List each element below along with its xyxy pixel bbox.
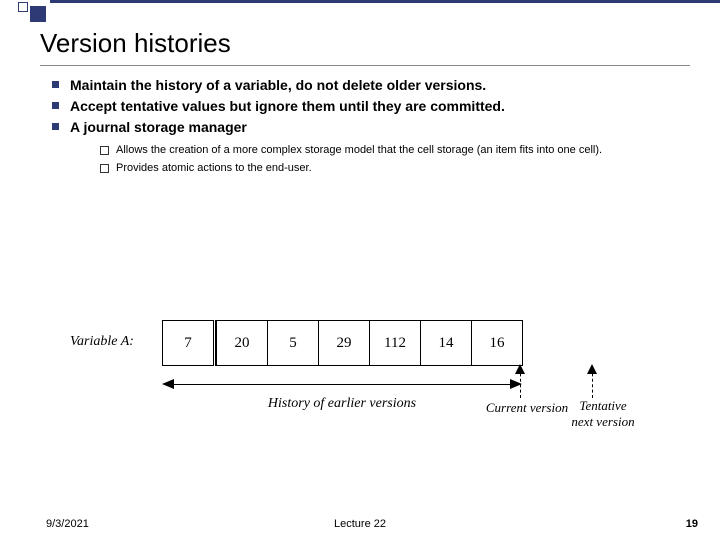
- bullet-text: A journal storage manager: [70, 119, 247, 135]
- dashed-pointer: [520, 368, 521, 398]
- bullet-item: Accept tentative values but ignore them …: [48, 97, 690, 116]
- version-cells: 7 20 5 29 112 14 16: [162, 320, 523, 366]
- version-cell: 20: [216, 320, 268, 366]
- footer-lecture: Lecture 22: [0, 518, 720, 530]
- sub-bullet-list: Allows the creation of a more complex st…: [70, 143, 690, 177]
- version-cell: 29: [318, 320, 370, 366]
- title-underline: [40, 65, 690, 66]
- sub-bullet-item: Provides atomic actions to the end-user.: [96, 161, 690, 176]
- bullet-item: A journal storage manager Allows the cre…: [48, 118, 690, 177]
- bullet-item: Maintain the history of a variable, do n…: [48, 76, 690, 95]
- footer-page-number: 19: [686, 518, 698, 530]
- version-cell: 112: [369, 320, 421, 366]
- dashed-pointer: [592, 368, 593, 398]
- bullet-list: Maintain the history of a variable, do n…: [40, 76, 690, 176]
- sub-bullet-item: Allows the creation of a more complex st…: [96, 143, 690, 158]
- variable-label: Variable A:: [70, 334, 134, 350]
- slide-title: Version histories: [40, 28, 690, 59]
- slide-decoration: [0, 0, 720, 14]
- version-cell: 14: [420, 320, 472, 366]
- tentative-version-label: Tentative next version: [548, 398, 658, 430]
- version-cell: 16: [471, 320, 523, 366]
- version-cell: 5: [267, 320, 319, 366]
- version-cell: 7: [162, 320, 214, 366]
